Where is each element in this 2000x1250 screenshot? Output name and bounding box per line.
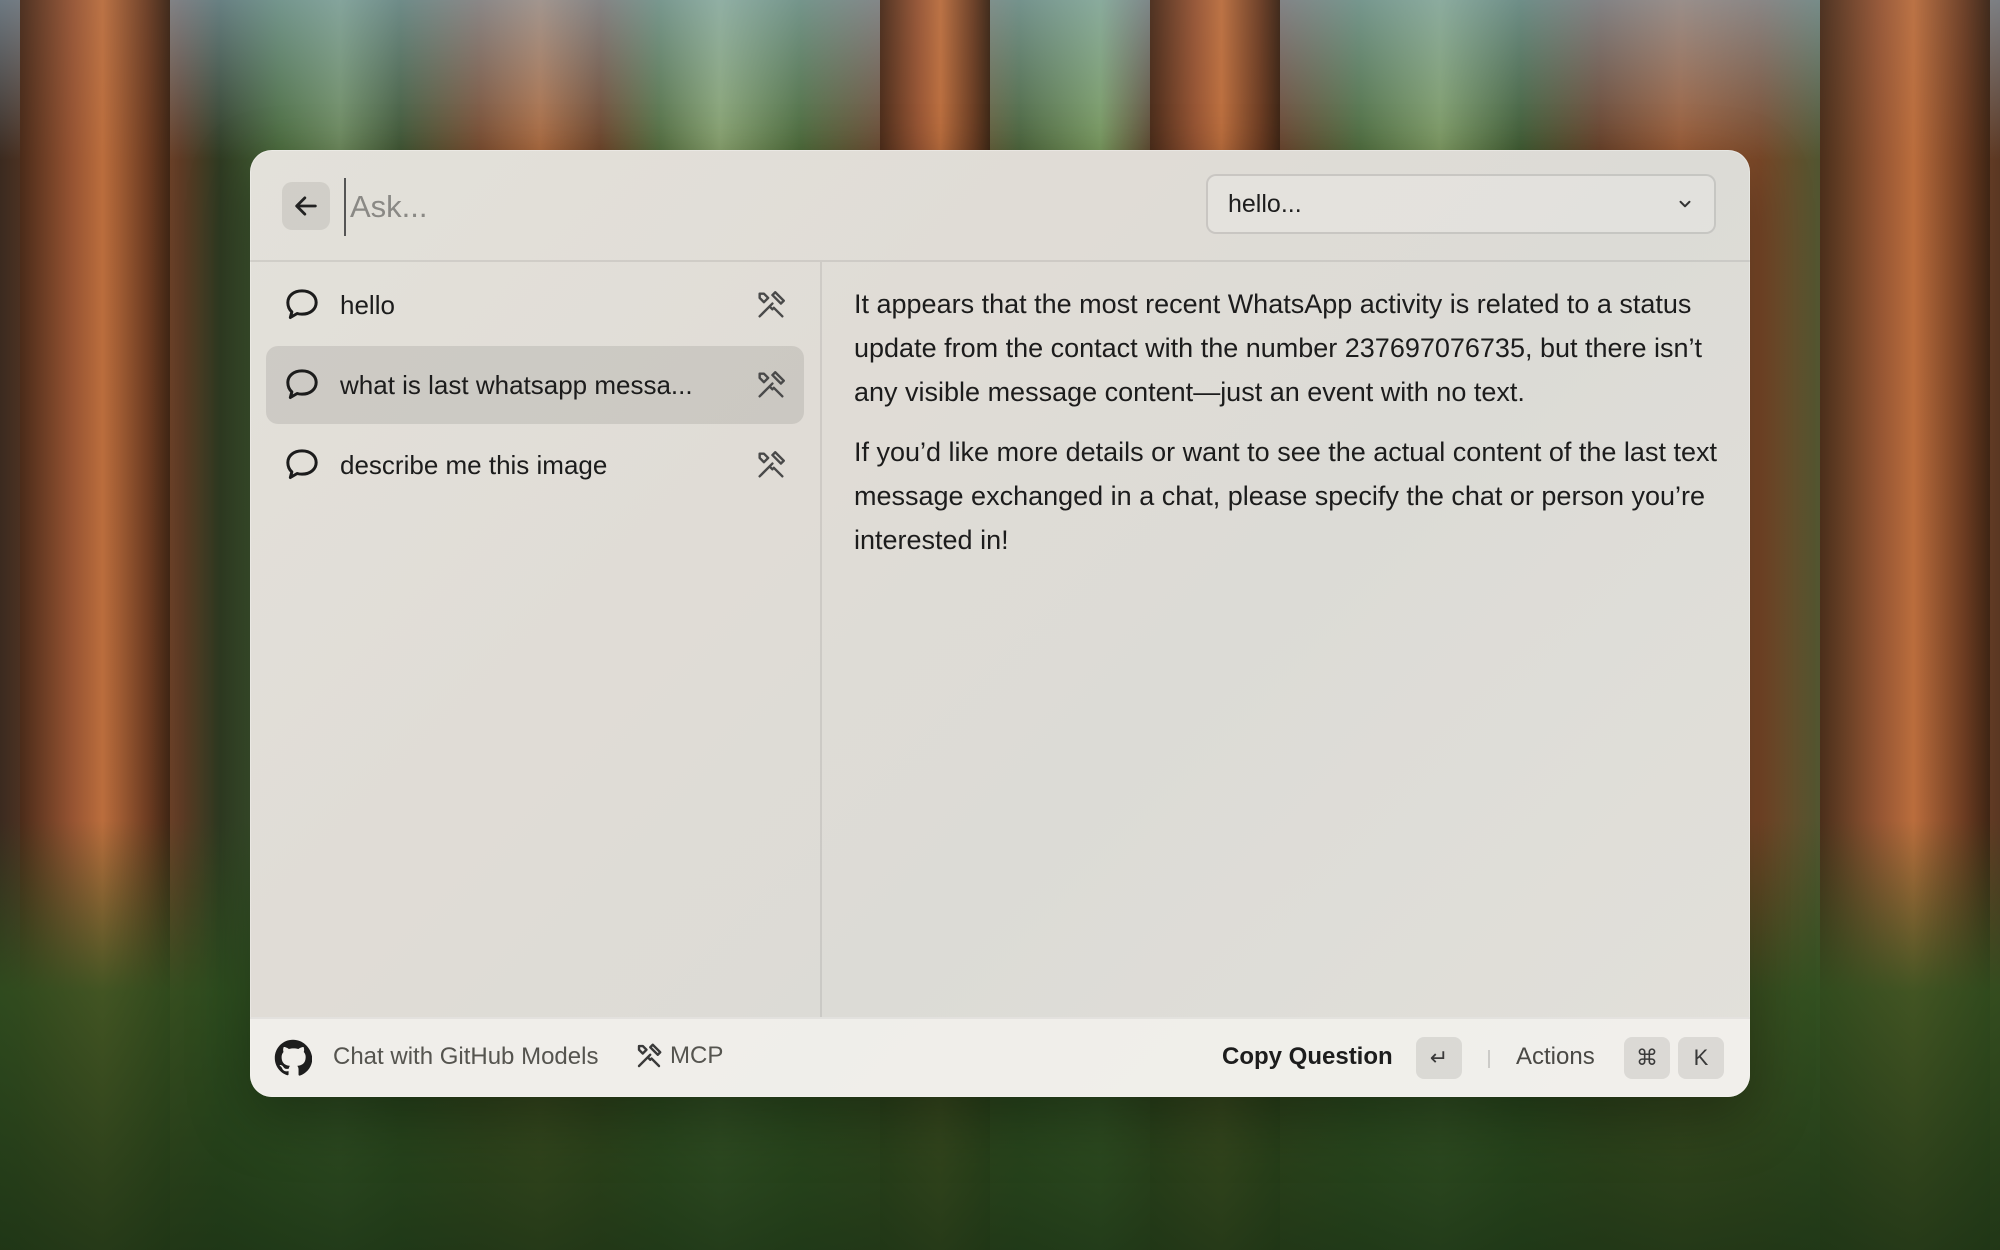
chevron-down-icon <box>1679 200 1691 208</box>
chat-item-label: describe me this image <box>340 449 608 480</box>
enter-key-hint: ↵ <box>1416 1037 1462 1079</box>
answer-paragraph: If you’d like more details or want to se… <box>854 437 1717 555</box>
extension-title: Chat with GitHub Models <box>333 1043 599 1070</box>
chat-item-describe-image[interactable]: describe me this image <box>266 426 804 504</box>
chat-item-hello[interactable]: hello <box>266 266 804 344</box>
tools-icon <box>758 371 785 398</box>
background-sky <box>0 0 2000 160</box>
chat-bubble-icon <box>286 289 318 319</box>
chat-item-label: what is last whatsapp messa... <box>340 369 693 400</box>
chat-item-whatsapp[interactable]: what is last whatsapp messa... <box>266 346 804 424</box>
model-select[interactable]: hello... <box>1206 174 1716 234</box>
tools-icon <box>758 451 785 478</box>
chat-bubble-icon <box>286 449 318 479</box>
chat-list: hello what is last whatsapp messa... des… <box>250 262 822 1017</box>
chat-item-label: hello <box>340 289 395 320</box>
github-icon <box>274 1039 312 1076</box>
mcp-indicator: MCP <box>634 1041 723 1071</box>
header: hello... <box>250 150 1750 262</box>
tools-icon <box>758 291 785 318</box>
arrow-left-icon <box>295 196 317 216</box>
copy-question-button[interactable]: Copy Question <box>1222 1043 1393 1071</box>
model-select-value: hello... <box>1228 189 1302 218</box>
actions-button[interactable]: Actions <box>1516 1043 1595 1071</box>
answer-paragraph: It appears that the most recent WhatsApp… <box>854 289 1703 407</box>
back-button[interactable] <box>282 182 330 230</box>
answer-content: It appears that the most recent WhatsApp… <box>854 282 1724 982</box>
ask-input[interactable] <box>344 178 1052 236</box>
mcp-label: MCP <box>670 1042 724 1069</box>
ai-chat-window: hello... hello what is last whatsapp mes… <box>250 150 1750 1097</box>
divider <box>1488 1050 1490 1068</box>
cmd-key-hint: ⌘ <box>1624 1037 1670 1079</box>
tools-icon <box>637 1043 662 1068</box>
chat-bubble-icon <box>286 369 318 399</box>
action-bar: Chat with GitHub Models MCP Copy Questio… <box>250 1017 1750 1097</box>
k-key-hint: K <box>1678 1037 1724 1079</box>
